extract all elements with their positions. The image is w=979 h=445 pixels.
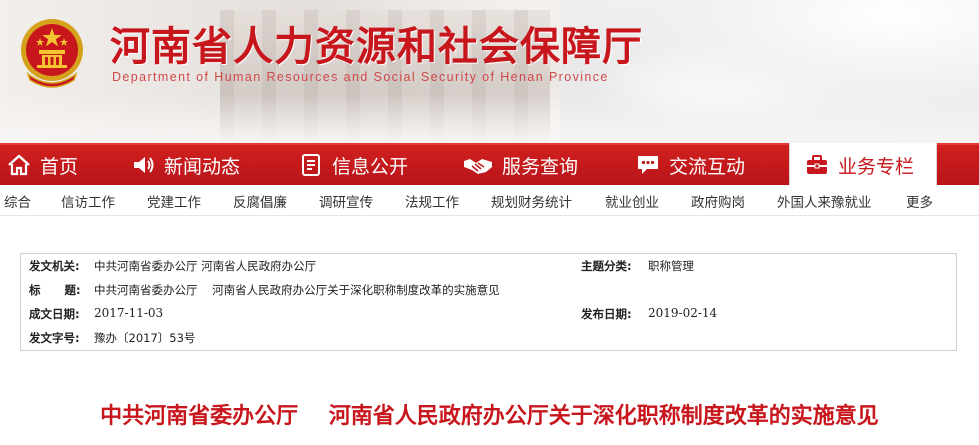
- meta-label-created: 成文日期:: [29, 307, 80, 321]
- subnav-item-party-building[interactable]: 党建工作: [147, 191, 201, 211]
- meta-label-title: 标 题:: [29, 283, 81, 297]
- article-headline: 中共河南省委办公厅 河南省人民政府办公厅关于深化职称制度改革的实施意见: [100, 404, 879, 429]
- site-subtitle-english: Department of Human Resources and Social…: [112, 70, 609, 84]
- meta-value-created: 2017-11-03: [94, 306, 164, 320]
- nav-item-label: 首页: [40, 155, 79, 178]
- meta-value-issuer: 中共河南省委办公厅 河南省人民政府办公厅: [94, 259, 317, 273]
- nav-item-label: 服务查询: [502, 155, 579, 178]
- nav-item-news[interactable]: 新闻动态: [130, 145, 240, 185]
- nav-item-label: 业务专栏: [838, 155, 915, 178]
- subnav-item-more[interactable]: 更多: [906, 191, 933, 211]
- nav-item-info-disclosure[interactable]: 信息公开: [298, 145, 408, 185]
- handshake-icon: [464, 159, 492, 174]
- nav-item-business-column[interactable]: 业务专栏: [789, 143, 937, 187]
- subnav-item-gov-procurement[interactable]: 政府购岗: [691, 191, 745, 211]
- meta-row-title: 标 题: 中共河南省委办公厅 河南省人民政府办公厅关于深化职称制度改革的实施意见: [21, 282, 956, 304]
- meta-label-published: 发布日期:: [581, 307, 632, 321]
- meta-row-issuer: 发文机关: 中共河南省委办公厅 河南省人民政府办公厅 主题分类: 职称管理: [21, 258, 956, 280]
- meta-value-category: 职称管理: [648, 259, 694, 273]
- subnav-item-regulations[interactable]: 法规工作: [405, 191, 459, 211]
- speaker-icon: [134, 157, 154, 173]
- subnav-item-petition[interactable]: 信访工作: [61, 191, 115, 211]
- document-meta-table: 发文机关: 中共河南省委办公厅 河南省人民政府办公厅 主题分类: 职称管理 标 …: [20, 253, 957, 351]
- site-title: 河南省人力资源和社会保障厅: [110, 23, 643, 70]
- site-banner: 河南省人力资源和社会保障厅 Department of Human Resour…: [0, 0, 979, 143]
- nav-item-label: 交流互动: [669, 155, 746, 178]
- subnav-item-foreign-employment[interactable]: 外国人来豫就业: [777, 191, 872, 211]
- meta-row-dates: 成文日期: 2017-11-03 发布日期: 2019-02-14: [21, 306, 956, 328]
- meta-label-docno: 发文字号:: [29, 331, 80, 345]
- subnav-item-planning-finance[interactable]: 规划财务统计: [491, 191, 572, 211]
- meta-value-published: 2019-02-14: [648, 306, 718, 320]
- document-icon: [302, 154, 320, 176]
- national-emblem-icon[interactable]: [18, 14, 86, 90]
- meta-label-issuer: 发文机关:: [29, 259, 80, 273]
- subnav-item-anti-corruption[interactable]: 反腐倡廉: [233, 191, 287, 211]
- meta-label-category: 主题分类:: [581, 259, 632, 273]
- nav-item-label: 信息公开: [332, 155, 409, 178]
- chat-icon: [638, 156, 658, 174]
- sub-nav: 综合 信访工作 党建工作 反腐倡廉 调研宣传 法规工作 规划财务统计 就业创业 …: [0, 185, 979, 216]
- home-icon: [8, 154, 30, 176]
- briefcase-icon: [807, 155, 827, 174]
- subnav-item-general[interactable]: 综合: [4, 191, 31, 211]
- nav-item-interaction[interactable]: 交流互动: [635, 145, 745, 185]
- main-nav: 首页 新闻动态 信息公开 服务查询 交流互动 业务专栏: [0, 143, 979, 187]
- subnav-item-employment[interactable]: 就业创业: [605, 191, 659, 211]
- meta-value-title: 中共河南省委办公厅 河南省人民政府办公厅关于深化职称制度改革的实施意见: [94, 283, 500, 297]
- nav-item-label: 新闻动态: [164, 155, 241, 178]
- meta-value-docno: 豫办〔2017〕53号: [94, 331, 196, 345]
- subnav-item-research[interactable]: 调研宣传: [319, 191, 373, 211]
- meta-row-docno: 发文字号: 豫办〔2017〕53号: [21, 330, 956, 352]
- banner-background-mist: [0, 95, 979, 143]
- nav-item-home[interactable]: 首页: [6, 145, 78, 185]
- nav-item-service-query[interactable]: 服务查询: [462, 145, 578, 185]
